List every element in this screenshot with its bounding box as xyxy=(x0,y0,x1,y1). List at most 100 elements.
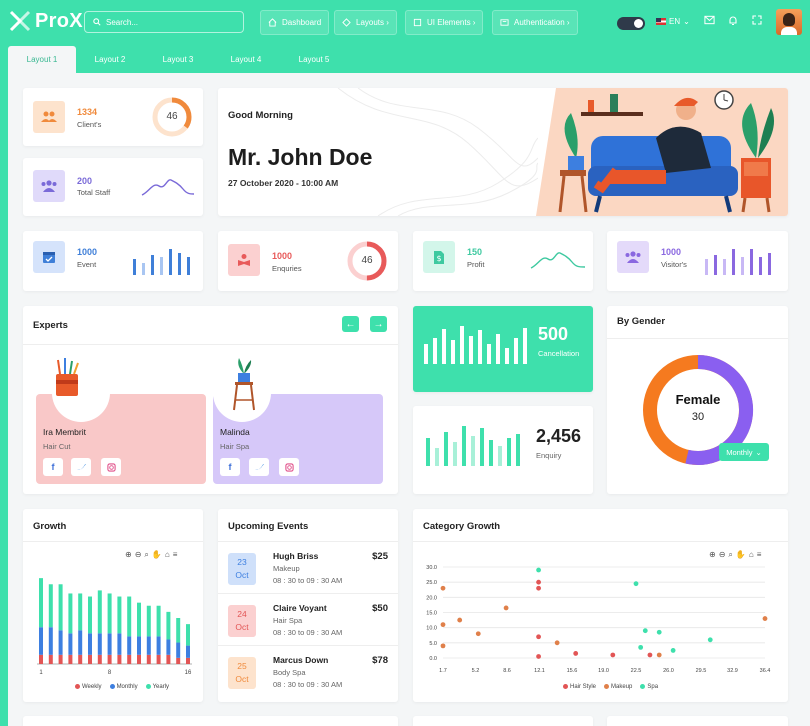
growth-bar-weekly[interactable] xyxy=(39,654,43,664)
event-item[interactable]: 25 Oct Marcus Down Body Spa 08 : 30 to 09 : … xyxy=(228,653,388,693)
growth-bar-yearly[interactable] xyxy=(166,611,171,640)
event-item[interactable]: 24 Oct Claire Voyant Hair Spa 08 : 30 to 09 … xyxy=(228,601,388,641)
scatter-point-makeup[interactable] xyxy=(475,631,481,637)
growth-bar-weekly[interactable] xyxy=(166,654,171,664)
pan-icon[interactable]: ✋ xyxy=(152,550,162,560)
event-item[interactable]: 23 Oct Hugh Briss Makeup 08 : 30 to 09 : 30 … xyxy=(228,549,388,589)
growth-bar-weekly[interactable] xyxy=(88,654,92,664)
legend-yearly[interactable]: Yearly xyxy=(145,684,169,690)
growth-bar-weekly[interactable] xyxy=(97,654,102,664)
nav-layouts[interactable]: Layouts › xyxy=(334,10,397,35)
scatter-point-makeup[interactable] xyxy=(554,640,560,646)
growth-bar-monthly[interactable] xyxy=(48,627,53,655)
scatter-point-makeup[interactable] xyxy=(457,617,463,623)
growth-bar-monthly[interactable] xyxy=(137,636,141,655)
fullscreen-icon[interactable] xyxy=(752,15,762,25)
instagram-link[interactable] xyxy=(101,458,121,476)
growth-bar-yearly[interactable] xyxy=(58,584,63,631)
growth-bar-monthly[interactable] xyxy=(68,633,73,655)
scatter-point-hair-style[interactable] xyxy=(536,585,541,591)
scatter-point-hair-style[interactable] xyxy=(536,634,541,640)
facebook-link[interactable]: f xyxy=(43,458,63,476)
growth-bar-weekly[interactable] xyxy=(78,654,83,664)
growth-bar-monthly[interactable] xyxy=(78,630,83,655)
scatter-point-hair-style[interactable] xyxy=(536,654,541,659)
growth-bar-monthly[interactable] xyxy=(156,636,161,655)
growth-bar-weekly[interactable] xyxy=(68,654,73,664)
expert-card-malinda[interactable]: Malinda Hair Spa f xyxy=(213,358,383,484)
experts-next-button[interactable]: → xyxy=(370,316,387,332)
legend-weekly[interactable]: Weekly xyxy=(75,684,102,690)
nav-dashboard[interactable]: Dashboard xyxy=(260,10,330,35)
growth-bar-weekly[interactable] xyxy=(176,657,181,664)
growth-bar-yearly[interactable] xyxy=(146,605,151,637)
magnifier-icon[interactable]: ⌕ xyxy=(144,550,148,560)
growth-bar-yearly[interactable] xyxy=(68,593,73,634)
legend-spa[interactable]: Spa xyxy=(640,684,658,690)
growth-bar-weekly[interactable] xyxy=(146,654,151,664)
growth-bar-monthly[interactable] xyxy=(176,642,181,658)
growth-bar-weekly[interactable] xyxy=(127,654,132,664)
menu-icon[interactable]: ≡ xyxy=(173,550,178,560)
growth-bar-weekly[interactable] xyxy=(186,657,190,664)
growth-bar-weekly[interactable] xyxy=(107,654,112,664)
growth-bar-weekly[interactable] xyxy=(48,654,53,664)
zoom-in-icon[interactable]: ⊕ xyxy=(709,550,716,560)
legend-hair-style[interactable]: Hair Style xyxy=(563,684,596,690)
legend-monthly[interactable]: Monthly xyxy=(109,684,138,690)
growth-bar-yearly[interactable] xyxy=(88,596,92,634)
mail-icon[interactable] xyxy=(704,15,715,25)
growth-bar-monthly[interactable] xyxy=(127,636,132,655)
scatter-point-hair-style[interactable] xyxy=(536,579,541,585)
growth-bar-yearly[interactable] xyxy=(186,624,190,646)
growth-bar-yearly[interactable] xyxy=(78,593,83,631)
brand-logo[interactable]: ProX xyxy=(8,9,83,33)
growth-bar-monthly[interactable] xyxy=(107,633,112,655)
growth-bar-yearly[interactable] xyxy=(137,602,141,637)
reset-home-icon[interactable]: ⌂ xyxy=(165,550,170,560)
twitter-link[interactable] xyxy=(71,458,91,476)
scatter-point-spa[interactable] xyxy=(707,637,713,643)
instagram-link[interactable] xyxy=(279,458,299,476)
scatter-point-makeup[interactable] xyxy=(503,605,509,611)
growth-bar-monthly[interactable] xyxy=(88,633,92,655)
growth-bar-yearly[interactable] xyxy=(117,596,122,634)
bell-icon[interactable] xyxy=(728,15,738,26)
growth-bar-weekly[interactable] xyxy=(137,654,141,664)
twitter-link[interactable] xyxy=(249,458,269,476)
category-period-dropdown[interactable]: Monthly ⌄ xyxy=(719,443,769,461)
scatter-point-makeup[interactable] xyxy=(440,643,446,649)
zoom-in-icon[interactable]: ⊕ xyxy=(125,550,132,560)
experts-prev-button[interactable]: ← xyxy=(342,316,359,332)
growth-bar-weekly[interactable] xyxy=(58,654,63,664)
growth-bar-monthly[interactable] xyxy=(97,633,102,655)
growth-bar-yearly[interactable] xyxy=(48,584,53,628)
growth-bar-weekly[interactable] xyxy=(117,654,122,664)
search-input[interactable] xyxy=(106,17,226,27)
nav-ui-elements[interactable]: UI Elements › xyxy=(405,10,484,35)
tab-layout-2[interactable]: Layout 2 xyxy=(76,46,144,73)
growth-bar-monthly[interactable] xyxy=(146,636,151,655)
scatter-point-makeup[interactable] xyxy=(762,616,768,621)
scatter-point-spa[interactable] xyxy=(536,567,541,573)
scatter-point-makeup[interactable] xyxy=(656,652,662,658)
tab-layout-1[interactable]: Layout 1 xyxy=(8,46,76,73)
nav-authentication[interactable]: Authentication › xyxy=(492,10,578,35)
pan-icon[interactable]: ✋ xyxy=(736,550,746,560)
menu-icon[interactable]: ≡ xyxy=(757,550,762,560)
reset-home-icon[interactable]: ⌂ xyxy=(749,550,754,560)
scatter-point-makeup[interactable] xyxy=(440,585,446,591)
scatter-point-hair-style[interactable] xyxy=(610,652,616,658)
theme-toggle[interactable] xyxy=(617,17,645,30)
growth-bar-weekly[interactable] xyxy=(156,654,161,664)
scatter-point-spa[interactable] xyxy=(642,628,648,634)
tab-layout-4[interactable]: Layout 4 xyxy=(212,46,280,73)
growth-bar-yearly[interactable] xyxy=(39,578,43,628)
scatter-point-spa[interactable] xyxy=(633,581,639,587)
scatter-point-spa[interactable] xyxy=(656,629,662,635)
search-box[interactable] xyxy=(84,11,244,33)
scatter-point-hair-style[interactable] xyxy=(647,652,653,658)
zoom-out-icon[interactable]: ⊖ xyxy=(135,550,142,560)
growth-bar-monthly[interactable] xyxy=(58,630,63,655)
growth-bar-monthly[interactable] xyxy=(39,627,43,655)
